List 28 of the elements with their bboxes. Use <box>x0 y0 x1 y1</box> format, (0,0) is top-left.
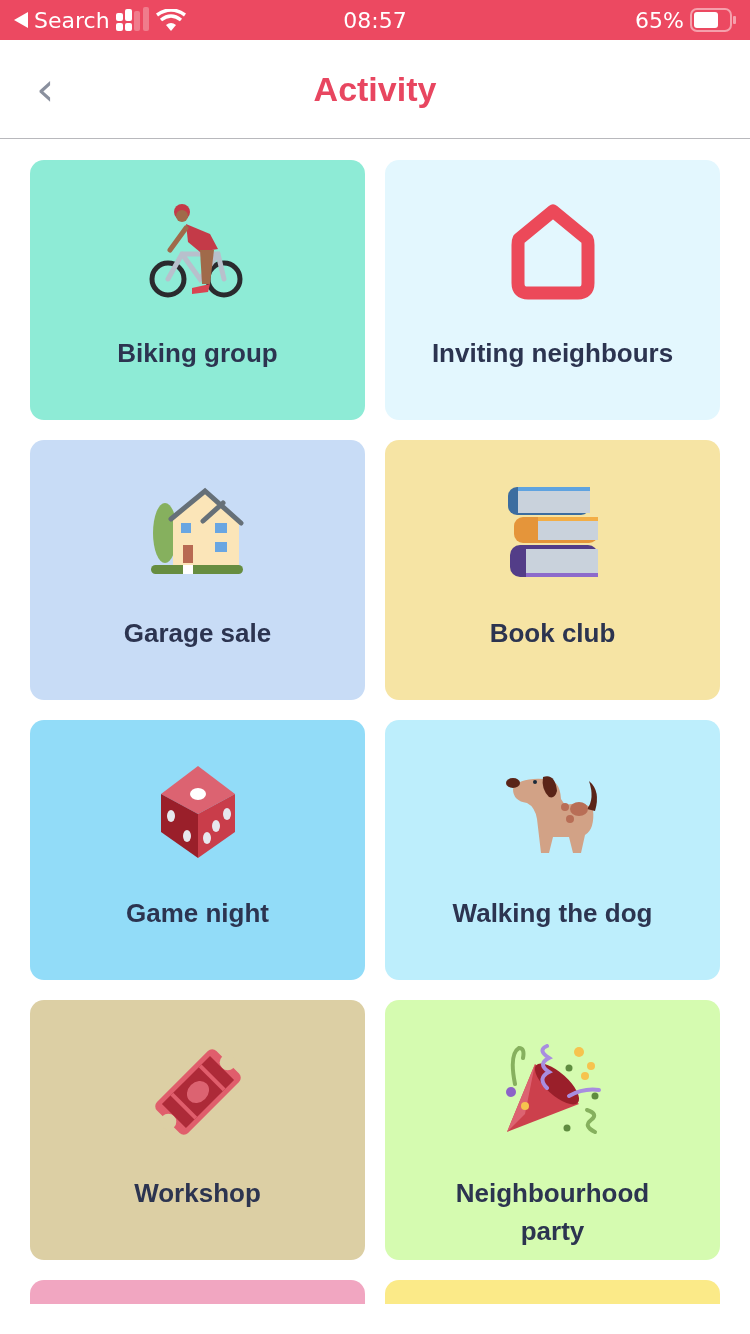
activity-label: Biking group <box>117 337 278 370</box>
activity-card[interactable]: Neighbourhood party <box>385 1000 720 1260</box>
back-arrow-icon <box>14 12 28 28</box>
activity-label: Book club <box>489 617 616 650</box>
signal-icon <box>115 7 150 33</box>
wifi-icon <box>155 9 186 31</box>
dice-icon <box>158 764 237 860</box>
activity-label: Garage sale <box>123 617 272 650</box>
battery-icon <box>690 8 736 32</box>
page-title: Activity <box>313 69 437 109</box>
battery-percent: 65% <box>635 7 684 33</box>
activity-card[interactable]: Game night <box>30 720 365 980</box>
activity-card[interactable]: Walking the dog <box>385 720 720 980</box>
activity-label: Workshop <box>134 1177 261 1210</box>
activity-card[interactable]: Book club <box>385 440 720 700</box>
activity-label: Walking the dog <box>452 897 653 930</box>
house-icon <box>150 487 245 577</box>
activity-card[interactable]: Garage sale <box>30 440 365 700</box>
books-icon <box>505 485 600 579</box>
clock: 08:57 <box>343 7 407 33</box>
activity-label: Game night <box>126 897 269 930</box>
activity-card[interactable]: Workshop <box>30 1000 365 1260</box>
activity-card[interactable]: Inviting neighbours <box>385 160 720 420</box>
back-label[interactable]: Search <box>34 7 110 33</box>
home-icon <box>510 203 595 301</box>
activity-card[interactable]: Biking group <box>30 160 365 420</box>
activity-label: Neighbourhood party <box>454 1177 651 1248</box>
activity-label: Inviting neighbours <box>431 337 674 370</box>
